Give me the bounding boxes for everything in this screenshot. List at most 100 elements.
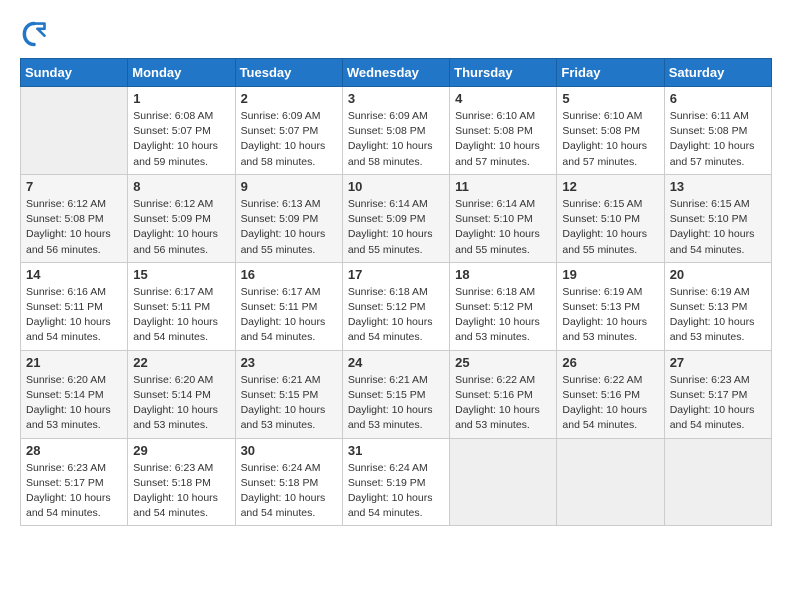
calendar-cell: 18 Sunrise: 6:18 AM Sunset: 5:12 PM Dayli…: [450, 262, 557, 350]
calendar-cell: 28 Sunrise: 6:23 AM Sunset: 5:17 PM Dayli…: [21, 438, 128, 526]
day-number: 6: [670, 91, 766, 106]
day-info: Sunrise: 6:21 AM Sunset: 5:15 PM Dayligh…: [241, 373, 337, 434]
day-info: Sunrise: 6:23 AM Sunset: 5:17 PM Dayligh…: [670, 373, 766, 434]
day-number: 13: [670, 179, 766, 194]
day-number: 18: [455, 267, 551, 282]
day-info: Sunrise: 6:22 AM Sunset: 5:16 PM Dayligh…: [455, 373, 551, 434]
calendar-cell: 22 Sunrise: 6:20 AM Sunset: 5:14 PM Dayli…: [128, 350, 235, 438]
day-info: Sunrise: 6:18 AM Sunset: 5:12 PM Dayligh…: [348, 285, 444, 346]
calendar-cell: 13 Sunrise: 6:15 AM Sunset: 5:10 PM Dayli…: [664, 174, 771, 262]
calendar-cell: 25 Sunrise: 6:22 AM Sunset: 5:16 PM Dayli…: [450, 350, 557, 438]
calendar-cell: 11Sunrise: 6:14 AM Sunset: 5:10 PM Dayli…: [450, 174, 557, 262]
day-info: Sunrise: 6:10 AM Sunset: 5:08 PM Dayligh…: [455, 109, 551, 170]
day-info: Sunrise: 6:22 AM Sunset: 5:16 PM Dayligh…: [562, 373, 658, 434]
calendar-cell: 26 Sunrise: 6:22 AM Sunset: 5:16 PM Dayli…: [557, 350, 664, 438]
day-info: Sunrise: 6:11 AM Sunset: 5:08 PM Dayligh…: [670, 109, 766, 170]
calendar-cell: 9Sunrise: 6:13 AM Sunset: 5:09 PM Daylig…: [235, 174, 342, 262]
week-row-5: 28 Sunrise: 6:23 AM Sunset: 5:17 PM Dayli…: [21, 438, 772, 526]
day-info: Sunrise: 6:09 AM Sunset: 5:08 PM Dayligh…: [348, 109, 444, 170]
day-number: 27: [670, 355, 766, 370]
calendar-cell: 29 Sunrise: 6:23 AM Sunset: 5:18 PM Dayli…: [128, 438, 235, 526]
calendar-table: SundayMondayTuesdayWednesdayThursdayFrid…: [20, 58, 772, 526]
calendar-cell: 6 Sunrise: 6:11 AM Sunset: 5:08 PM Daylig…: [664, 87, 771, 175]
calendar-cell: [557, 438, 664, 526]
calendar-cell: 3 Sunrise: 6:09 AM Sunset: 5:08 PM Daylig…: [342, 87, 449, 175]
calendar-cell: 17Sunrise: 6:18 AM Sunset: 5:12 PM Dayli…: [342, 262, 449, 350]
day-info: Sunrise: 6:12 AM Sunset: 5:09 PM Dayligh…: [133, 197, 229, 258]
page-header: [20, 20, 772, 48]
week-row-4: 21 Sunrise: 6:20 AM Sunset: 5:14 PM Dayli…: [21, 350, 772, 438]
logo-icon: [20, 20, 48, 48]
day-info: Sunrise: 6:21 AM Sunset: 5:15 PM Dayligh…: [348, 373, 444, 434]
day-info: Sunrise: 6:15 AM Sunset: 5:10 PM Dayligh…: [562, 197, 658, 258]
calendar-cell: 20 Sunrise: 6:19 AM Sunset: 5:13 PM Dayli…: [664, 262, 771, 350]
day-number: 15: [133, 267, 229, 282]
day-info: Sunrise: 6:23 AM Sunset: 5:17 PM Dayligh…: [26, 461, 122, 522]
day-info: Sunrise: 6:09 AM Sunset: 5:07 PM Dayligh…: [241, 109, 337, 170]
col-header-sunday: Sunday: [21, 59, 128, 87]
day-number: 26: [562, 355, 658, 370]
calendar-cell: 10 Sunrise: 6:14 AM Sunset: 5:09 PM Dayli…: [342, 174, 449, 262]
day-info: Sunrise: 6:14 AM Sunset: 5:09 PM Dayligh…: [348, 197, 444, 258]
day-info: Sunrise: 6:19 AM Sunset: 5:13 PM Dayligh…: [562, 285, 658, 346]
day-info: Sunrise: 6:12 AM Sunset: 5:08 PM Dayligh…: [26, 197, 122, 258]
logo: [20, 20, 52, 48]
day-info: Sunrise: 6:14 AM Sunset: 5:10 PM Dayligh…: [455, 197, 551, 258]
day-number: 30: [241, 443, 337, 458]
day-number: 2: [241, 91, 337, 106]
calendar-cell: 5Sunrise: 6:10 AM Sunset: 5:08 PM Daylig…: [557, 87, 664, 175]
day-number: 4: [455, 91, 551, 106]
calendar-cell: 21Sunrise: 6:20 AM Sunset: 5:14 PM Dayli…: [21, 350, 128, 438]
day-info: Sunrise: 6:13 AM Sunset: 5:09 PM Dayligh…: [241, 197, 337, 258]
day-number: 20: [670, 267, 766, 282]
day-number: 23: [241, 355, 337, 370]
day-number: 7: [26, 179, 122, 194]
col-header-tuesday: Tuesday: [235, 59, 342, 87]
calendar-cell: 31Sunrise: 6:24 AM Sunset: 5:19 PM Dayli…: [342, 438, 449, 526]
calendar-cell: 7 Sunrise: 6:12 AM Sunset: 5:08 PM Daylig…: [21, 174, 128, 262]
day-number: 12: [562, 179, 658, 194]
day-info: Sunrise: 6:17 AM Sunset: 5:11 PM Dayligh…: [241, 285, 337, 346]
day-number: 25: [455, 355, 551, 370]
day-number: 22: [133, 355, 229, 370]
day-info: Sunrise: 6:17 AM Sunset: 5:11 PM Dayligh…: [133, 285, 229, 346]
calendar-cell: 15 Sunrise: 6:17 AM Sunset: 5:11 PM Dayli…: [128, 262, 235, 350]
day-number: 24: [348, 355, 444, 370]
day-number: 28: [26, 443, 122, 458]
calendar-cell: 27 Sunrise: 6:23 AM Sunset: 5:17 PM Dayli…: [664, 350, 771, 438]
week-row-1: 1 Sunrise: 6:08 AM Sunset: 5:07 PM Daylig…: [21, 87, 772, 175]
calendar-cell: 4 Sunrise: 6:10 AM Sunset: 5:08 PM Daylig…: [450, 87, 557, 175]
calendar-cell: 16 Sunrise: 6:17 AM Sunset: 5:11 PM Dayli…: [235, 262, 342, 350]
calendar-cell: 12 Sunrise: 6:15 AM Sunset: 5:10 PM Dayli…: [557, 174, 664, 262]
day-info: Sunrise: 6:15 AM Sunset: 5:10 PM Dayligh…: [670, 197, 766, 258]
calendar-cell: [664, 438, 771, 526]
col-header-thursday: Thursday: [450, 59, 557, 87]
day-info: Sunrise: 6:08 AM Sunset: 5:07 PM Dayligh…: [133, 109, 229, 170]
day-number: 8: [133, 179, 229, 194]
day-number: 14: [26, 267, 122, 282]
day-info: Sunrise: 6:24 AM Sunset: 5:18 PM Dayligh…: [241, 461, 337, 522]
calendar-cell: [450, 438, 557, 526]
day-number: 19: [562, 267, 658, 282]
calendar-cell: 23 Sunrise: 6:21 AM Sunset: 5:15 PM Dayli…: [235, 350, 342, 438]
calendar-header-row: SundayMondayTuesdayWednesdayThursdayFrid…: [21, 59, 772, 87]
calendar-cell: 24 Sunrise: 6:21 AM Sunset: 5:15 PM Dayli…: [342, 350, 449, 438]
calendar-cell: 8 Sunrise: 6:12 AM Sunset: 5:09 PM Daylig…: [128, 174, 235, 262]
day-number: 5: [562, 91, 658, 106]
col-header-saturday: Saturday: [664, 59, 771, 87]
day-number: 10: [348, 179, 444, 194]
calendar-cell: 2 Sunrise: 6:09 AM Sunset: 5:07 PM Daylig…: [235, 87, 342, 175]
col-header-wednesday: Wednesday: [342, 59, 449, 87]
calendar-cell: 19 Sunrise: 6:19 AM Sunset: 5:13 PM Dayli…: [557, 262, 664, 350]
day-info: Sunrise: 6:18 AM Sunset: 5:12 PM Dayligh…: [455, 285, 551, 346]
day-number: 16: [241, 267, 337, 282]
day-info: Sunrise: 6:16 AM Sunset: 5:11 PM Dayligh…: [26, 285, 122, 346]
day-number: 29: [133, 443, 229, 458]
day-number: 21: [26, 355, 122, 370]
day-info: Sunrise: 6:23 AM Sunset: 5:18 PM Dayligh…: [133, 461, 229, 522]
day-number: 1: [133, 91, 229, 106]
day-number: 3: [348, 91, 444, 106]
col-header-friday: Friday: [557, 59, 664, 87]
day-info: Sunrise: 6:19 AM Sunset: 5:13 PM Dayligh…: [670, 285, 766, 346]
day-info: Sunrise: 6:20 AM Sunset: 5:14 PM Dayligh…: [133, 373, 229, 434]
